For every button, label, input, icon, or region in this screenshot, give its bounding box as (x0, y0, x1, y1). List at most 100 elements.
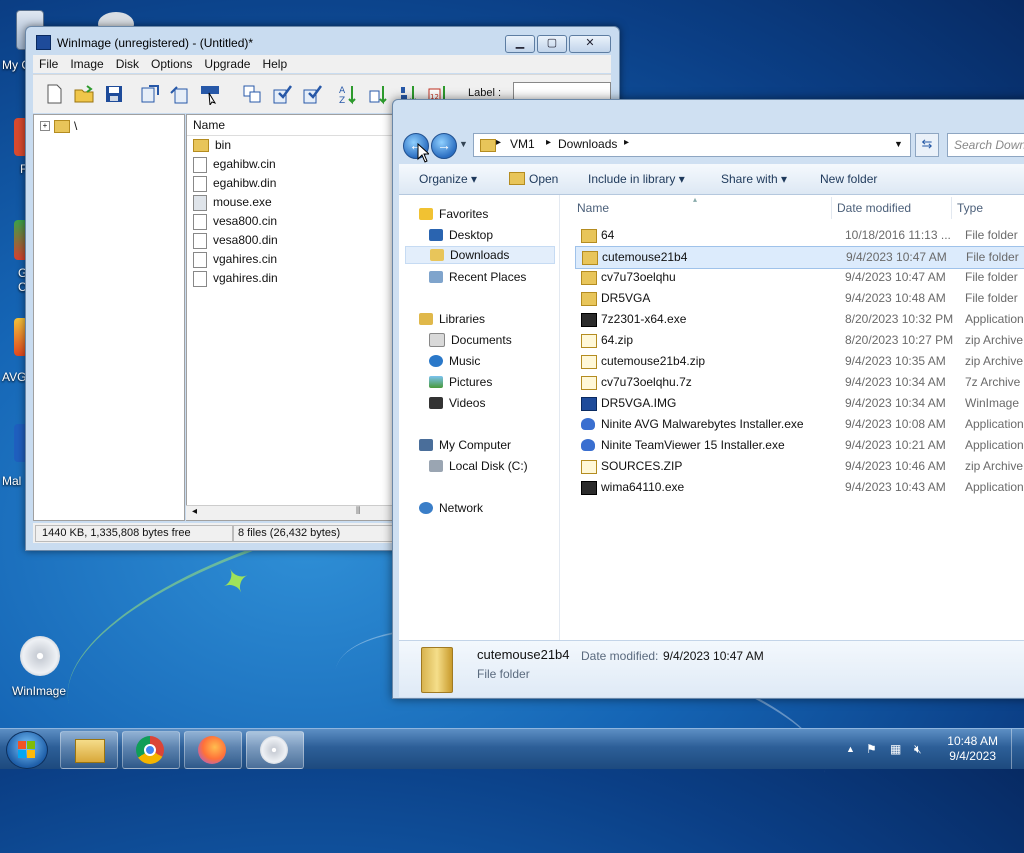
file-row[interactable]: 7z2301-x64.exe 8/20/2023 10:32 PM Applicat… (575, 309, 1024, 330)
file-row[interactable]: Ninite TeamViewer 15 Installer.exe 9/4/20… (575, 435, 1024, 456)
file-row[interactable]: cutemouse21b4 9/4/2023 10:47 AM File folde… (575, 246, 1024, 269)
column-header-type[interactable]: Type (957, 201, 983, 219)
nav-documents[interactable]: Documents (429, 333, 512, 347)
caption-buttons: ▁ ▢ ✕ (505, 35, 611, 53)
check-disk-icon[interactable] (301, 83, 323, 105)
taskbar-explorer-button[interactable] (60, 731, 118, 769)
taskbar-firefox-button[interactable] (184, 731, 242, 769)
column-divider[interactable] (951, 197, 952, 219)
nav-label: Pictures (449, 375, 493, 389)
scroll-left-icon[interactable]: ◂ (192, 506, 197, 517)
close-button[interactable]: ✕ (569, 35, 611, 53)
address-bar[interactable]: ▸ VM1 ▸ Downloads ▸ ▼ (473, 133, 911, 157)
forward-button[interactable]: → (431, 133, 457, 159)
system-clock[interactable]: 10:48 AM 9/4/2023 (947, 734, 998, 764)
menu-upgrade[interactable]: Upgrade (198, 55, 256, 73)
file-name: vgahires.din (213, 271, 278, 285)
file-row[interactable]: DR5VGA 9/4/2023 10:48 AM File folder (575, 288, 1024, 309)
file-row[interactable]: cutemouse21b4.zip 9/4/2023 10:35 AM zip Ar… (575, 351, 1024, 372)
inject-icon[interactable] (169, 83, 191, 105)
breadcrumb-separator[interactable]: ▸ (496, 137, 501, 148)
new-icon[interactable] (43, 83, 65, 105)
file-name: vesa800.cin (213, 214, 278, 228)
maximize-button[interactable]: ▢ (537, 35, 567, 53)
expand-icon[interactable]: + (40, 121, 50, 131)
nav-favorites[interactable]: Favorites (419, 207, 488, 221)
start-button[interactable] (6, 731, 48, 769)
sort-ext-icon[interactable] (367, 83, 389, 105)
file-list-row[interactable]: vgahires.din (187, 269, 395, 288)
extract-icon[interactable] (139, 83, 161, 105)
file-row[interactable]: cv7u73oelqhu 9/4/2023 10:47 AM File folder (575, 267, 1024, 288)
minimize-button[interactable]: ▁ (505, 35, 535, 53)
recent-pages-chevron-icon[interactable]: ▼ (459, 139, 468, 149)
file-row[interactable]: Ninite AVG Malwarebytes Installer.exe 9/4… (575, 414, 1024, 435)
show-hidden-icons[interactable]: ▲ (846, 744, 855, 754)
menu-options[interactable]: Options (145, 55, 198, 73)
details-date-value: 9/4/2023 10:47 AM (663, 649, 764, 663)
tree-root[interactable]: + \ (40, 119, 77, 133)
file-list-row[interactable]: bin (187, 136, 395, 155)
menu-disk[interactable]: Disk (110, 55, 145, 73)
properties-icon[interactable] (241, 83, 263, 105)
search-input[interactable]: Search Downlo (947, 133, 1024, 157)
breadcrumb-downloads[interactable]: Downloads (558, 137, 617, 151)
nav-pictures[interactable]: Pictures (429, 375, 492, 389)
nav-my-computer[interactable]: My Computer (419, 438, 511, 452)
file-date: 9/4/2023 10:34 AM (845, 375, 946, 389)
taskbar-winimage-button[interactable] (246, 731, 304, 769)
show-desktop-button[interactable] (1011, 729, 1024, 769)
sort-az-icon[interactable]: AZ (337, 83, 359, 105)
volume-muted-icon[interactable]: 🔇︎ (914, 742, 922, 757)
file-row[interactable]: 64 10/18/2016 11:13 ... File folder (575, 225, 1024, 246)
action-center-flag-icon[interactable]: ⚑ (866, 742, 877, 756)
refresh-button[interactable]: ⇆ (915, 133, 939, 157)
check-icon[interactable] (271, 83, 293, 105)
breadcrumb-vm1[interactable]: VM1 (510, 137, 535, 151)
new-folder-button[interactable]: New folder (820, 172, 877, 186)
address-dropdown-icon[interactable]: ▼ (894, 139, 903, 149)
breadcrumb-separator[interactable]: ▸ (624, 137, 629, 148)
menu-help[interactable]: Help (256, 55, 293, 73)
file-list-row[interactable]: vgahires.cin (187, 250, 395, 269)
save-icon[interactable] (103, 83, 125, 105)
file-list-row[interactable]: egahibw.cin (187, 155, 395, 174)
file-row[interactable]: cv7u73oelqhu.7z 9/4/2023 10:34 AM 7z Archi… (575, 372, 1024, 393)
file-row[interactable]: SOURCES.ZIP 9/4/2023 10:46 AM zip Archive (575, 456, 1024, 477)
file-list-row[interactable]: mouse.exe (187, 193, 395, 212)
file-row[interactable]: 64.zip 8/20/2023 10:27 PM zip Archive (575, 330, 1024, 351)
column-divider[interactable] (831, 197, 832, 219)
horizontal-scrollbar[interactable]: ◂ ⫴ (186, 505, 394, 520)
column-header-date[interactable]: Date modified (837, 201, 911, 219)
nav-downloads[interactable]: Downloads (405, 246, 555, 264)
file-list-row[interactable]: egahibw.din (187, 174, 395, 193)
nav-libraries[interactable]: Libraries (419, 312, 485, 326)
select-icon[interactable] (199, 83, 221, 105)
open-button[interactable]: Open (509, 172, 558, 186)
menu-file[interactable]: File (33, 55, 64, 73)
nav-music[interactable]: Music (429, 354, 480, 368)
nav-videos[interactable]: Videos (429, 396, 485, 410)
nav-recent-places[interactable]: Recent Places (429, 270, 526, 284)
include-in-library-button[interactable]: Include in library ▾ (588, 172, 685, 186)
network-tray-icon[interactable]: ▦ (890, 742, 901, 756)
file-type: Application (965, 480, 1024, 494)
file-row[interactable]: wima64110.exe 9/4/2023 10:43 AM Applicatio… (575, 477, 1024, 498)
nav-desktop[interactable]: Desktop (429, 228, 493, 242)
column-header-name[interactable]: Name (187, 115, 395, 136)
open-icon[interactable] (73, 83, 95, 105)
file-list: Name bin egahibw.cin egahibw.din mouse.exe v… (186, 114, 396, 521)
nav-network[interactable]: Network (419, 501, 483, 515)
menu-image[interactable]: Image (64, 55, 109, 73)
nav-local-disk[interactable]: Local Disk (C:) (429, 459, 528, 473)
share-with-button[interactable]: Share with ▾ (721, 172, 787, 186)
taskbar-chrome-button[interactable] (122, 731, 180, 769)
command-bar: Organize ▾ Open Include in library ▾ Sha… (399, 164, 1024, 195)
breadcrumb-separator[interactable]: ▸ (546, 137, 551, 148)
organize-button[interactable]: Organize ▾ (419, 172, 477, 186)
file-icon (193, 156, 207, 173)
file-list-row[interactable]: vesa800.cin (187, 212, 395, 231)
file-row[interactable]: DR5VGA.IMG 9/4/2023 10:34 AM WinImage (575, 393, 1024, 414)
column-header-name[interactable]: Name (577, 201, 609, 219)
file-list-row[interactable]: vesa800.din (187, 231, 395, 250)
